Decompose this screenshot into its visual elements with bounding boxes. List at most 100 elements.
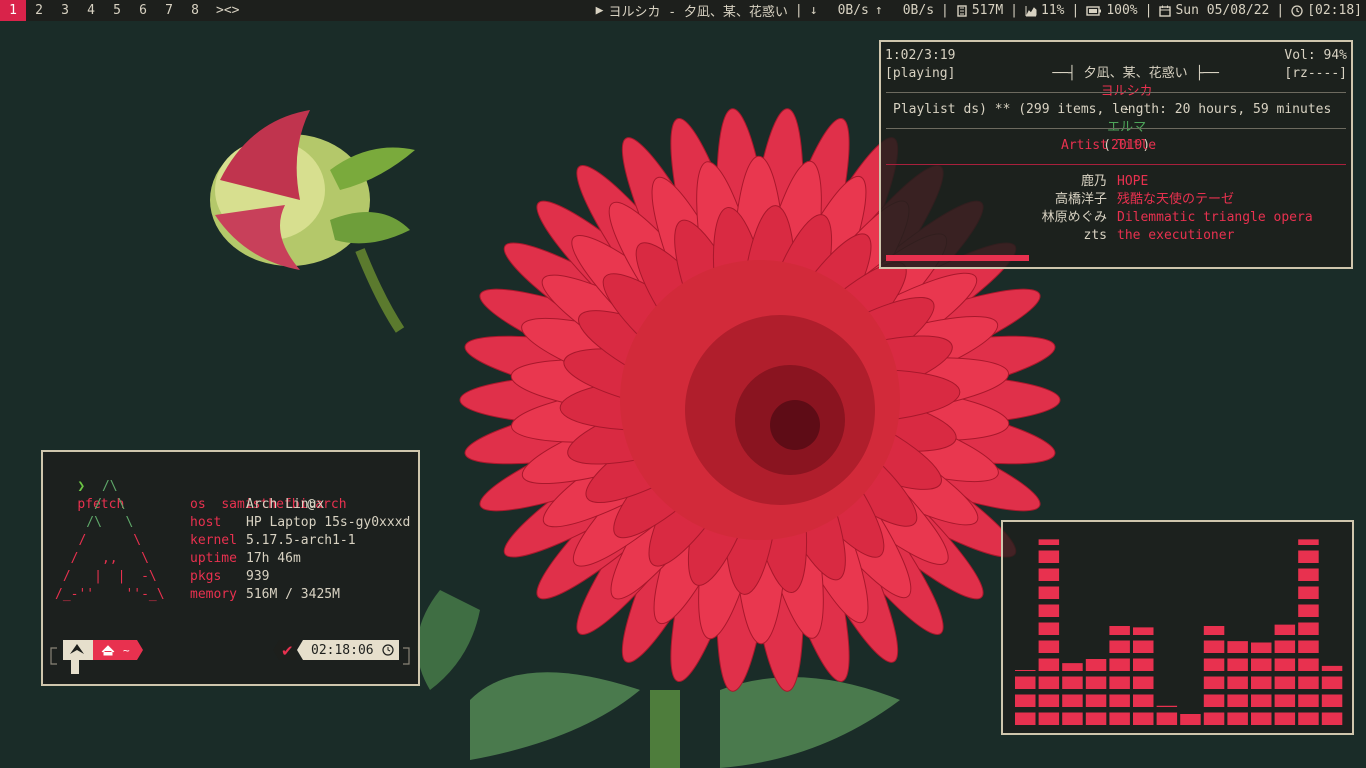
separator: | — [1010, 3, 1018, 18]
memory-icon — [957, 4, 967, 17]
visualizer-cell — [1109, 626, 1130, 635]
workspace-2[interactable]: 2 — [26, 0, 52, 21]
column-header-artist[interactable]: Artist — [1061, 137, 1108, 155]
playlist-row[interactable]: 鹿乃 HOPE — [881, 173, 1351, 191]
divider — [886, 128, 1346, 129]
visualizer-cell — [1203, 676, 1225, 689]
playlist-row-title: HOPE — [1117, 174, 1149, 189]
info-value: 17h 46m — [246, 551, 301, 566]
visualizer-cell — [1109, 694, 1130, 707]
music-player-window[interactable]: 1:02/3:19 ──┤ 夕凪、某、花惑い ├── Vol: 94% [pla… — [879, 40, 1353, 269]
clock-icon — [1291, 4, 1303, 17]
visualizer-bars — [1015, 539, 1343, 725]
visualizer-cell — [1062, 712, 1083, 725]
playlist-row[interactable]: 高橋洋子 残酷な天使のテーゼ — [881, 191, 1351, 209]
workspace-7[interactable]: 7 — [156, 0, 182, 21]
ascii-line: / ,, \ — [55, 551, 149, 566]
visualizer-cell — [1133, 658, 1154, 671]
column-header-title[interactable]: Title — [1117, 137, 1156, 155]
visualizer-cell — [1251, 642, 1272, 653]
visualizer-cell — [1062, 663, 1083, 671]
playlist-row[interactable]: zts the executioner — [881, 227, 1351, 245]
visualizer-cell — [1038, 550, 1060, 563]
playlist-row-title: 残酷な天使のテーゼ — [1117, 192, 1235, 207]
visualizer-cell — [1038, 568, 1060, 581]
cwd-home: ~ — [123, 644, 130, 657]
playlist-row[interactable]: 林原めぐみ Dilemmatic triangle opera — [881, 209, 1351, 227]
visualizer-cell — [1038, 622, 1060, 635]
visualizer-cell — [1274, 640, 1296, 653]
divider — [886, 92, 1346, 93]
workspace-4[interactable]: 4 — [78, 0, 104, 21]
memory-usage: 517M — [971, 3, 1004, 18]
cpu-chart-icon — [1025, 5, 1037, 16]
visualizer-cell — [1274, 712, 1296, 725]
play-icon[interactable]: ▶ — [596, 3, 604, 18]
powerline-prompt: ~ ✔ 02:18:06 — [50, 640, 410, 674]
playlist-info: Playlist ds) ** (299 items, length: 20 h… — [893, 102, 1332, 117]
time: [02:18] — [1307, 3, 1362, 18]
visualizer-cell — [1321, 712, 1343, 725]
visualizer-cell — [1156, 712, 1178, 725]
visualizer-cell — [1133, 627, 1154, 635]
visualizer-cell — [1109, 658, 1130, 671]
visualizer-cell — [1180, 714, 1201, 725]
visualizer-cell — [1298, 550, 1319, 563]
visualizer-cell — [1133, 640, 1154, 653]
visualizer-cell — [1085, 712, 1107, 725]
visualizer-cell — [1321, 665, 1343, 671]
visualizer-cell — [1227, 641, 1248, 653]
visualizer-cell — [1227, 712, 1248, 725]
battery-icon — [1086, 5, 1102, 16]
player-state: [playing] — [885, 66, 956, 81]
workspace-6[interactable]: 6 — [130, 0, 156, 21]
playlist-row-title: Dilemmatic triangle opera — [1117, 210, 1313, 225]
date: Sun 05/08/22 — [1175, 3, 1270, 18]
visualizer-cell — [1038, 676, 1060, 689]
visualizer-cell — [1062, 694, 1083, 707]
workspace-list: 1 2 3 4 5 6 7 8 — [0, 0, 208, 21]
visualizer-cell — [1038, 658, 1060, 671]
info-label: uptime — [190, 551, 237, 566]
ascii-line: /\ \ — [55, 515, 134, 530]
visualizer-cell — [1274, 658, 1296, 671]
visualizer-cell — [1203, 640, 1225, 653]
cpu-usage: 11% — [1041, 3, 1065, 18]
visualizer-cell — [1227, 658, 1248, 671]
terminal-window[interactable]: ❯ pfetch /\ / \ /\ \ / \ / ,, \ / | | -\… — [41, 450, 420, 686]
separator: | — [794, 3, 803, 18]
now-playing[interactable]: ヨルシカ - 夕凪、某、花惑い — [608, 1, 787, 20]
info-value: 5.17.5-arch1-1 — [246, 533, 356, 548]
separator: | — [1071, 3, 1080, 18]
net-up: 0B/s — [902, 3, 935, 18]
info-label: memory — [190, 587, 237, 602]
visualizer-cell — [1251, 676, 1272, 689]
visualizer-cell — [1298, 640, 1319, 653]
visualizer-cell — [1085, 694, 1107, 707]
ascii-line: / \ — [55, 533, 142, 548]
visualizer-cell — [1274, 676, 1296, 689]
layout-indicator[interactable]: ><> — [208, 0, 247, 21]
visualizer-cell — [1109, 640, 1130, 653]
visualizer-cell — [1203, 658, 1225, 671]
visualizer-cell — [1015, 676, 1036, 689]
visualizer-cell — [1015, 712, 1036, 725]
visualizer-cell — [1109, 712, 1130, 725]
workspace-3[interactable]: 3 — [52, 0, 78, 21]
separator: | — [1276, 3, 1285, 18]
workspace-1[interactable]: 1 — [0, 0, 26, 21]
visualizer-cell — [1298, 622, 1319, 635]
download-icon: ↓ — [809, 3, 818, 18]
visualizer-cell — [1298, 658, 1319, 671]
visualizer-cell — [1274, 694, 1296, 707]
visualizer-cell — [1038, 604, 1060, 617]
visualizer-cell — [1298, 539, 1319, 545]
workspace-8[interactable]: 8 — [182, 0, 208, 21]
ascii-line: / \ — [55, 497, 126, 512]
visualizer-cell — [1038, 586, 1060, 599]
visualizer-cell — [1109, 676, 1130, 689]
workspace-5[interactable]: 5 — [104, 0, 130, 21]
visualizer-cell — [1203, 694, 1225, 707]
progress-bar[interactable] — [886, 255, 1346, 261]
playlist-row-title: the executioner — [1117, 228, 1235, 243]
